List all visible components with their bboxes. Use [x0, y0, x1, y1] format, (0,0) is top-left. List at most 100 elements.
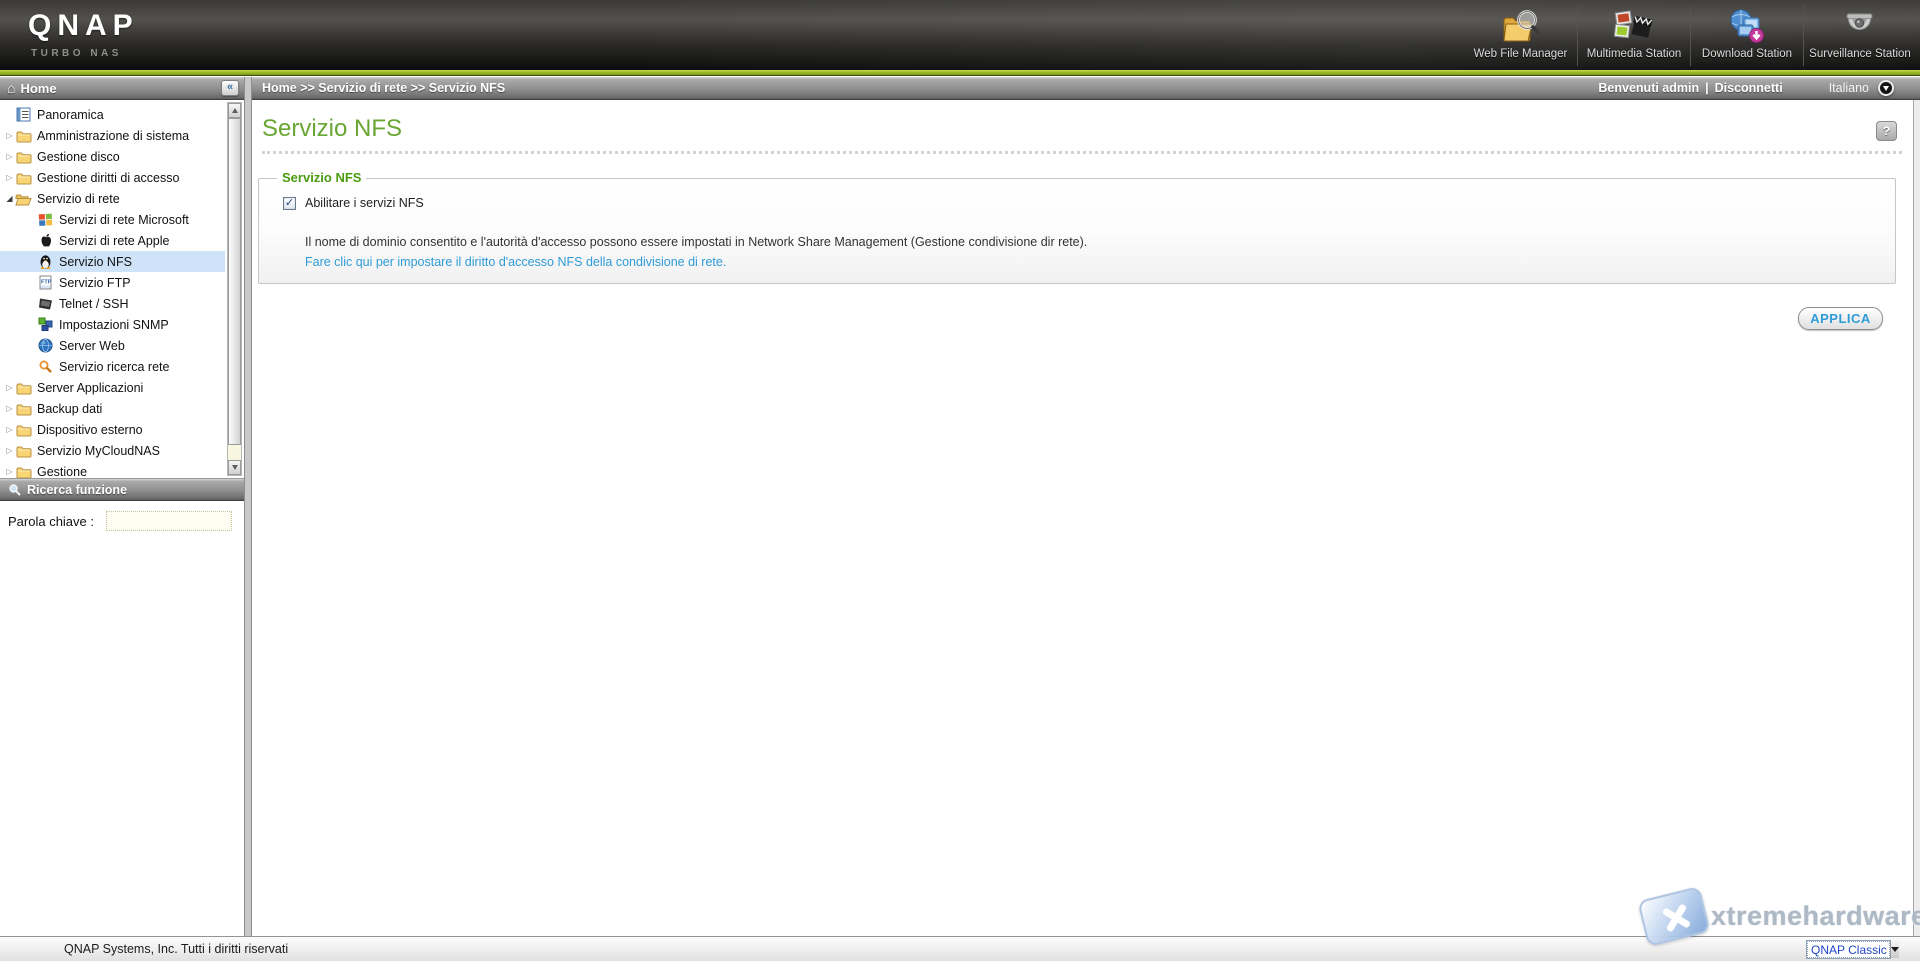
keyword-label: Parola chiave :: [8, 514, 94, 529]
terminal-icon: [37, 296, 54, 312]
expander-icon[interactable]: ▷: [4, 404, 15, 414]
tree-item-amministrazione-di-sistema[interactable]: ▷ Amministrazione di sistema: [0, 125, 225, 146]
web-file-manager-icon: [1500, 6, 1542, 46]
tree-item-servizio-ricerca-rete[interactable]: Servizio ricerca rete: [0, 356, 225, 377]
page-title: Servizio NFS: [262, 115, 403, 142]
scroll-thumb[interactable]: [228, 118, 241, 445]
checkbox-label: Abilitare i servizi NFS: [305, 196, 424, 210]
tree-item-label: Panoramica: [37, 107, 104, 122]
expander-icon[interactable]: ◢: [4, 194, 15, 204]
expander-icon[interactable]: ▷: [4, 383, 15, 393]
qnap-logo: QNAP: [28, 9, 139, 42]
help-button[interactable]: ?: [1876, 121, 1897, 141]
checkbox-row: ✓ Abilitare i servizi NFS: [283, 196, 424, 210]
tree-item-label: Servizio FTP: [59, 275, 131, 290]
nfs-groupbox: Servizio NFS ✓ Abilitare i servizi NFS I…: [258, 170, 1896, 284]
tree-item-label: Servizio di rete: [37, 191, 120, 206]
app-web-file-manager[interactable]: Web File Manager: [1464, 6, 1577, 66]
nfs-description: Il nome di dominio consentito e l'autori…: [305, 235, 1088, 249]
app-label: Surveillance Station: [1809, 48, 1911, 60]
tree-item-impostazioni-snmp[interactable]: Impostazioni SNMP: [0, 314, 225, 335]
search-panel-header: Ricerca funzione: [0, 479, 244, 501]
groupbox-legend: Servizio NFS: [277, 170, 367, 185]
tree-item-server-applicazioni[interactable]: ▷ Server Applicazioni: [0, 377, 225, 398]
ftp-icon: FTP: [37, 275, 54, 291]
right-edge: [1913, 100, 1920, 936]
tux-icon: [37, 254, 54, 270]
globe-icon: [37, 338, 54, 354]
tree-item-label: Impostazioni SNMP: [59, 317, 169, 332]
search-panel: Parola chiave :: [0, 501, 244, 936]
scroll-up-button[interactable]: [228, 103, 241, 118]
tree-item-servizio-di-rete[interactable]: ◢ Servizio di rete: [0, 188, 225, 209]
tree-item-label: Gestione diritti di accesso: [37, 170, 180, 185]
tree-item-label: Server Web: [59, 338, 125, 353]
tree-item-label: Server Applicazioni: [37, 380, 144, 395]
collapse-sidebar-button[interactable]: «: [221, 80, 239, 96]
language-menu-button[interactable]: [1878, 80, 1894, 96]
tree-item-servizio-nfs[interactable]: Servizio NFS: [0, 251, 225, 272]
tree-item-servizio-mycloudnas[interactable]: ▷ Servizio MyCloudNAS: [0, 440, 225, 461]
folder-icon: [15, 170, 32, 186]
tree-item-dispositivo-esterno[interactable]: ▷ Dispositivo esterno: [0, 419, 225, 440]
apple-icon: [37, 233, 54, 249]
dotted-separator: [262, 151, 1902, 154]
tree-item-panoramica[interactable]: Panoramica: [0, 104, 225, 125]
theme-select[interactable]: QNAP Classic: [1806, 940, 1899, 959]
tree-item-backup-dati[interactable]: ▷ Backup dati: [0, 398, 225, 419]
folder-open-icon: [15, 191, 32, 207]
tree-item-label: Servizio ricerca rete: [59, 359, 170, 374]
copyright-text: QNAP Systems, Inc. Tutti i diritti riser…: [64, 942, 289, 956]
expander-icon[interactable]: ▷: [4, 173, 15, 183]
tree-item-telnet-ssh[interactable]: Telnet / SSH: [0, 293, 225, 314]
main-content: Servizio NFS ? Servizio NFS ✓ Abilitare …: [252, 100, 1913, 936]
session-controls: Benvenuti admin | Disconnetti Italiano: [1598, 77, 1920, 99]
scroll-down-button[interactable]: [228, 460, 241, 475]
tree-item-gestione-diritti-di-accesso[interactable]: ▷ Gestione diritti di accesso: [0, 167, 225, 188]
tree-item-label: Backup dati: [37, 401, 103, 416]
sidebar-title: Home: [20, 80, 57, 96]
app-label: Multimedia Station: [1586, 48, 1682, 60]
enable-nfs-checkbox[interactable]: ✓: [283, 196, 296, 210]
theme-select-arrow-button[interactable]: [1889, 941, 1899, 958]
keyword-input[interactable]: [106, 511, 232, 531]
expander-icon[interactable]: ▷: [4, 425, 15, 435]
triangle-down-icon: [231, 465, 238, 470]
divider: |: [1705, 81, 1709, 95]
folder-icon: [15, 401, 32, 417]
search-icon: [8, 483, 21, 496]
tree-item-servizi-di-rete-microsoft[interactable]: Servizi di rete Microsoft: [0, 209, 225, 230]
expander-icon[interactable]: ▷: [4, 152, 15, 162]
overview-icon: [15, 107, 32, 123]
expander-icon[interactable]: ▷: [4, 467, 15, 477]
download-station-icon: [1726, 6, 1768, 46]
sidebar-titlebar: ⌂ Home «: [0, 77, 244, 100]
tree-item-gestione-disco[interactable]: ▷ Gestione disco: [0, 146, 225, 167]
folder-icon: [15, 443, 32, 459]
app-download-station[interactable]: Download Station: [1690, 6, 1803, 66]
tree-item-label: Amministrazione di sistema: [37, 128, 190, 143]
app-multimedia-station[interactable]: Multimedia Station: [1577, 6, 1690, 66]
triangle-up-icon: [231, 108, 238, 113]
expander-icon[interactable]: ▷: [4, 446, 15, 456]
app-surveillance-station[interactable]: Surveillance Station: [1803, 6, 1916, 66]
expander-icon[interactable]: ▷: [4, 131, 15, 141]
svg-text:FTP: FTP: [41, 280, 52, 286]
app-label: Web File Manager: [1473, 48, 1568, 60]
tree-item-server-web[interactable]: Server Web: [0, 335, 225, 356]
sidebar-splitter[interactable]: [244, 77, 252, 936]
breadcrumb-bar: Home >> Servizio di rete >> Servizio NFS…: [252, 77, 1920, 100]
tree-item-servizi-di-rete-apple[interactable]: Servizi di rete Apple: [0, 230, 225, 251]
nfs-settings-link[interactable]: Fare clic qui per impostare il diritto d…: [305, 255, 726, 269]
welcome-text: Benvenuti admin: [1598, 81, 1700, 95]
logout-link[interactable]: Disconnetti: [1715, 81, 1783, 95]
snmp-icon: [37, 317, 54, 333]
network-search-icon: [37, 359, 54, 375]
home-icon: ⌂: [7, 80, 16, 96]
tree-item-label: Gestione: [37, 464, 88, 479]
tree-item-gestione[interactable]: ▷ Gestione: [0, 461, 225, 479]
tree-item-servizio-ftp[interactable]: FTP Servizio FTP: [0, 272, 225, 293]
apply-button[interactable]: APPLICA: [1798, 307, 1883, 330]
apply-button-label: APPLICA: [1810, 311, 1871, 326]
tree-scrollbar[interactable]: [227, 102, 242, 476]
